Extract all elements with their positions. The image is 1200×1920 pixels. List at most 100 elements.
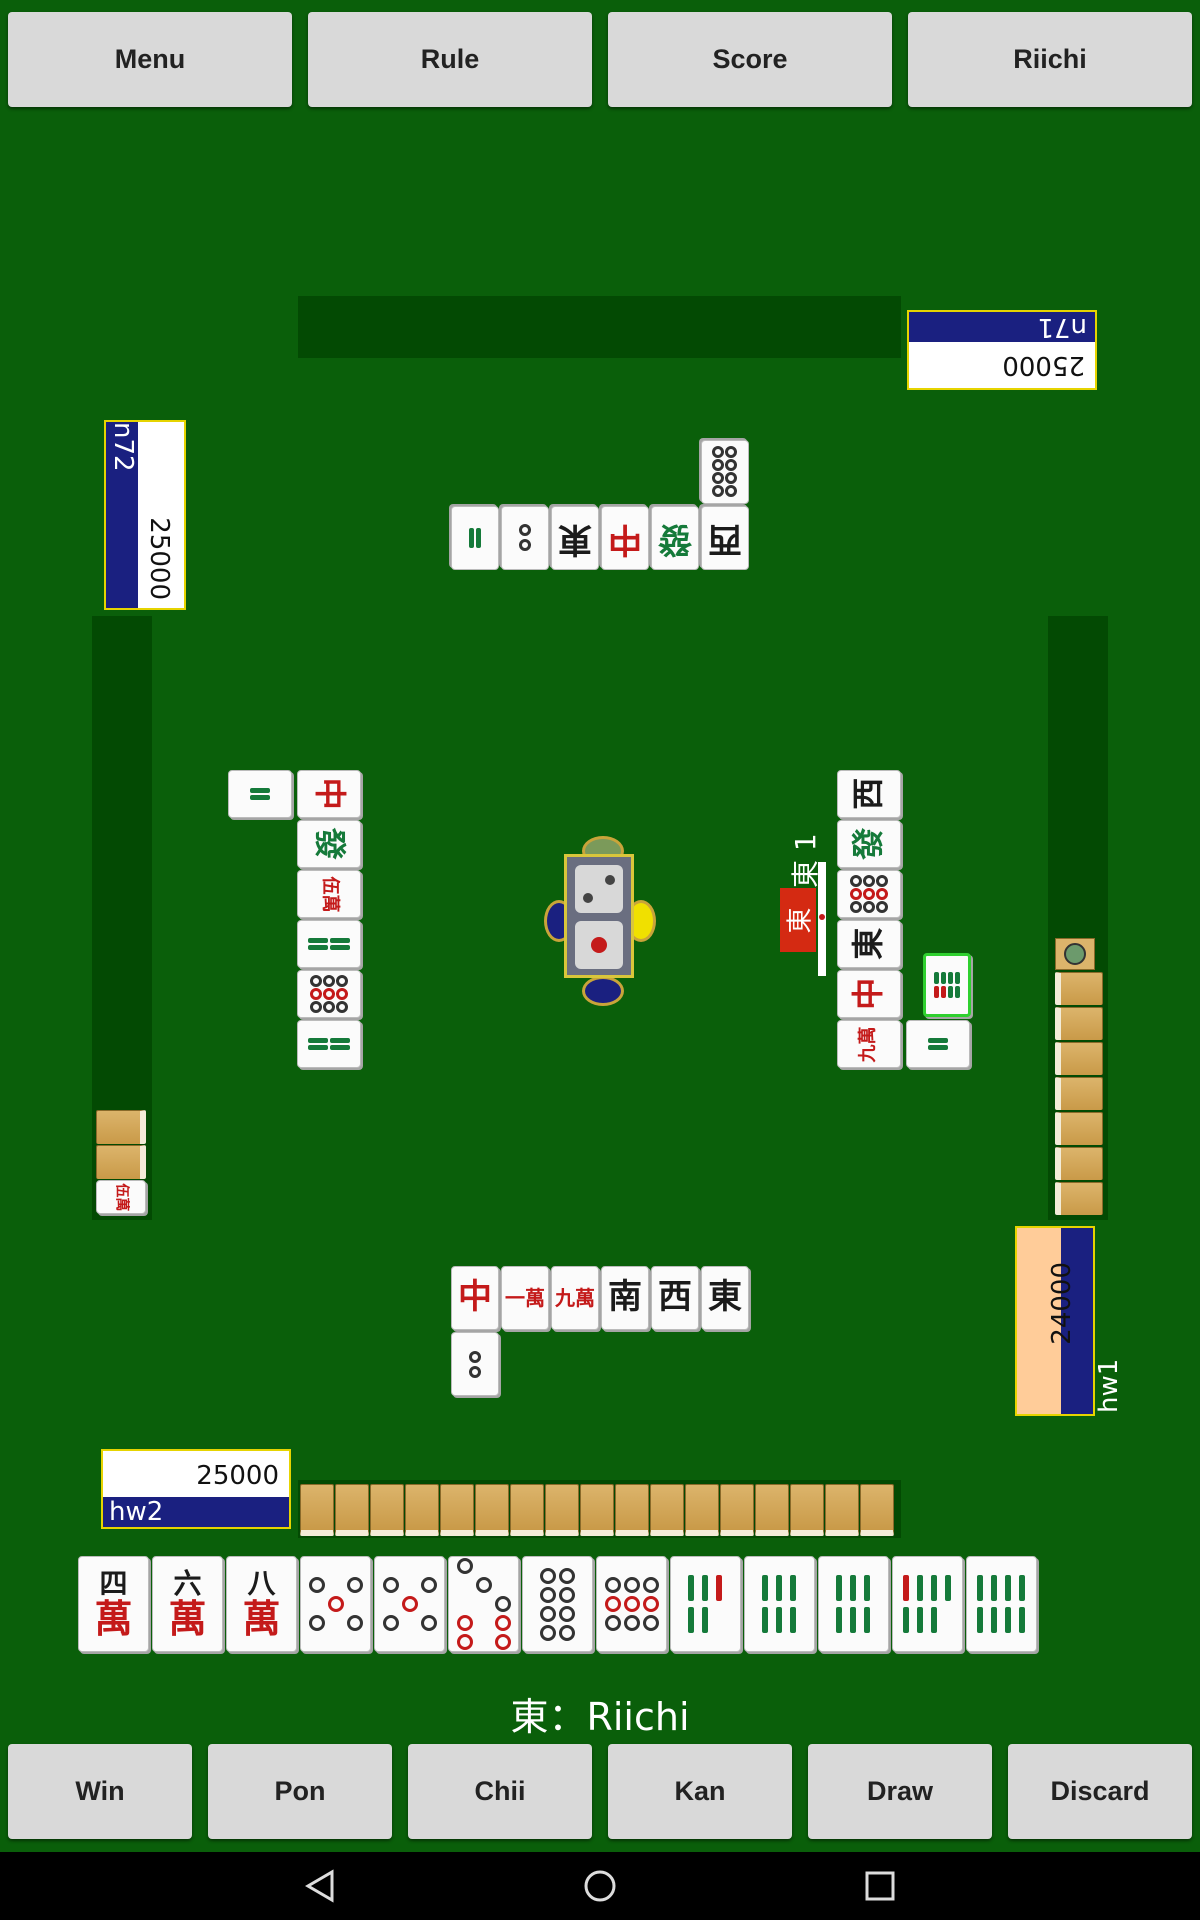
hand-tile-5-sou[interactable] xyxy=(670,1556,741,1652)
discard-button[interactable]: Discard xyxy=(1008,1744,1192,1839)
right-discard-8-sou-highlighted xyxy=(923,953,971,1017)
hand-tile-八萬[interactable]: 八萬 xyxy=(226,1556,297,1652)
right-wall-tile xyxy=(1055,1147,1103,1180)
die-2 xyxy=(575,921,623,969)
left-discard-9-pin xyxy=(297,970,361,1018)
bottom-wall-tile xyxy=(720,1484,754,1536)
right-discard-sideways-2-sou xyxy=(906,1020,970,1068)
home-icon[interactable] xyxy=(582,1868,618,1904)
bottom-discard-south: 南 xyxy=(601,1266,649,1330)
hand-tile-8-pin[interactable] xyxy=(522,1556,593,1652)
top-discard-green-dragon: 發 xyxy=(651,506,699,570)
top-discard-2-sou xyxy=(451,506,499,570)
recents-icon[interactable] xyxy=(862,1868,898,1904)
center-dice-console xyxy=(544,836,656,1006)
back-icon[interactable] xyxy=(302,1868,338,1904)
riichi-stick xyxy=(818,862,826,976)
left-discard-sideways-2-sou xyxy=(228,770,292,818)
hand-tile-8-sou[interactable] xyxy=(966,1556,1037,1652)
draw-button[interactable]: Draw xyxy=(808,1744,992,1839)
left-discard-green-dragon: 發 xyxy=(297,820,361,868)
win-button[interactable]: Win xyxy=(8,1744,192,1839)
system-nav-bar xyxy=(0,1852,1200,1920)
top-discard-red-dragon: 中 xyxy=(601,506,649,570)
left-wall-tile xyxy=(96,1110,146,1144)
left-player-score-panel: n72 25000 xyxy=(104,420,186,610)
right-discard-9-man: 九萬 xyxy=(837,1020,901,1068)
left-discard-4-sou-2 xyxy=(297,1020,361,1068)
hand-tile-5-pin[interactable] xyxy=(374,1556,445,1652)
bottom-player-score: 25000 xyxy=(196,1461,279,1491)
kan-button[interactable]: Kan xyxy=(608,1744,792,1839)
right-wall-tile xyxy=(1055,1112,1103,1145)
bottom-player-score-panel: 25000 hw2 xyxy=(101,1449,291,1529)
right-wall-tile xyxy=(1055,1182,1103,1215)
bottom-wall-tile xyxy=(685,1484,719,1536)
bottom-wall-tile xyxy=(475,1484,509,1536)
score-button[interactable]: Score xyxy=(608,12,892,107)
right-player-name: hw1 xyxy=(1094,1358,1124,1413)
left-player-name: n72 xyxy=(108,422,138,472)
bottom-discard-9-man: 九萬 xyxy=(551,1266,599,1330)
right-discard-red-dragon: 中 xyxy=(837,970,901,1018)
bottom-wall-tile xyxy=(790,1484,824,1536)
hand-tile-9-pin[interactable] xyxy=(596,1556,667,1652)
die-1 xyxy=(575,865,623,913)
top-wall-panel xyxy=(298,296,901,358)
right-riichi-tile xyxy=(1055,938,1095,970)
hand-tile-六萬[interactable]: 六萬 xyxy=(152,1556,223,1652)
left-discard-red-dragon: 中 xyxy=(297,770,361,818)
hand-tile-7-sou[interactable] xyxy=(892,1556,963,1652)
right-wall-tile xyxy=(1055,972,1103,1005)
bottom-discard-red-dragon: 中 xyxy=(451,1266,499,1330)
right-player-score: 24000 xyxy=(1047,1262,1077,1345)
pon-button[interactable]: Pon xyxy=(208,1744,392,1839)
bottom-wall-tile xyxy=(370,1484,404,1536)
left-discard-4-sou xyxy=(297,920,361,968)
bottom-wall-tile xyxy=(755,1484,789,1536)
hand-tile-5-pin[interactable] xyxy=(300,1556,371,1652)
left-discard-5-man: 伍萬 xyxy=(297,870,361,918)
bottom-discard-2-pin xyxy=(451,1332,499,1396)
bottom-wall-tile xyxy=(545,1484,579,1536)
hand-tile-6-sou[interactable] xyxy=(818,1556,889,1652)
right-discard-9-pin xyxy=(837,870,901,918)
left-wall-tile xyxy=(96,1145,146,1179)
top-discard-east: 東 xyxy=(551,506,599,570)
top-player-name: n71 xyxy=(909,312,1095,342)
right-discard-west: 西 xyxy=(837,770,901,818)
right-discard-east: 東 xyxy=(837,920,901,968)
bottom-wall-tile xyxy=(580,1484,614,1536)
rule-button[interactable]: Rule xyxy=(308,12,592,107)
top-discard-west: 西 xyxy=(701,506,749,570)
right-wall-tile xyxy=(1055,1007,1103,1040)
right-player-score-panel: 24000 hw1 xyxy=(1015,1226,1124,1416)
top-discard-2-pin xyxy=(501,506,549,570)
right-wall-tile xyxy=(1055,1077,1103,1110)
status-text: 東：Riichi xyxy=(510,1695,690,1739)
bottom-wall xyxy=(300,1484,900,1538)
bottom-wall-tile xyxy=(405,1484,439,1536)
hand-tile-7-pin[interactable] xyxy=(448,1556,519,1652)
top-player-score-panel: 25000 n71 xyxy=(907,310,1097,390)
hand-tile-四萬[interactable]: 四萬 xyxy=(78,1556,149,1652)
bottom-wall-tile xyxy=(300,1484,334,1536)
bottom-player-name: hw2 xyxy=(103,1497,289,1527)
menu-button[interactable]: Menu xyxy=(8,12,292,107)
riichi-button[interactable]: Riichi xyxy=(908,12,1192,107)
chii-button[interactable]: Chii xyxy=(408,1744,592,1839)
hand-tile-6-sou[interactable] xyxy=(744,1556,815,1652)
right-wall-tile xyxy=(1055,1042,1103,1075)
bottom-wall-tile xyxy=(615,1484,649,1536)
bottom-discard-east: 東 xyxy=(701,1266,749,1330)
bottom-wall-tile xyxy=(825,1484,859,1536)
right-discard-green-dragon: 發 xyxy=(837,820,901,868)
top-player-score: 25000 xyxy=(1002,350,1085,380)
top-discard-8-pin xyxy=(701,440,749,504)
bottom-wall-tile xyxy=(860,1484,894,1536)
bottom-wall-tile xyxy=(650,1484,684,1536)
dealer-marker: 東 xyxy=(780,888,816,952)
bottom-discard-1-man: 一萬 xyxy=(501,1266,549,1330)
player-hand: 四萬六萬八萬 xyxy=(78,1556,1038,1654)
left-player-score: 25000 xyxy=(144,517,174,600)
